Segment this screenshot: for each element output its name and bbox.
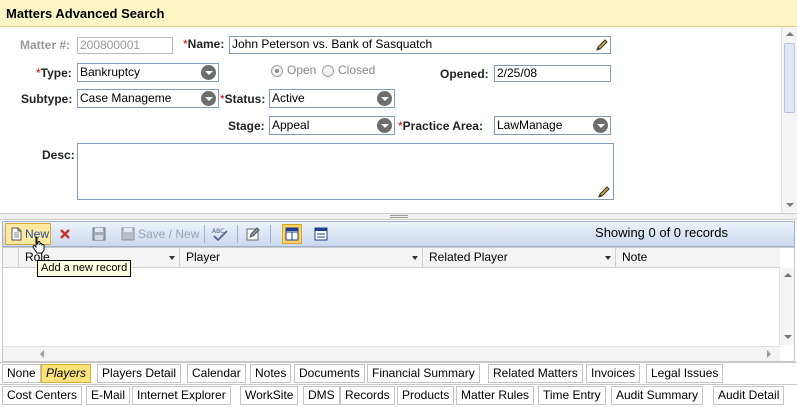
scroll-down-icon[interactable] bbox=[782, 197, 797, 212]
status-select[interactable]: Active bbox=[269, 89, 395, 108]
scroll-thumb[interactable] bbox=[784, 43, 795, 113]
tab-calendar[interactable]: Calendar bbox=[187, 364, 246, 383]
toolbar-divider bbox=[237, 225, 238, 243]
svg-text:ABC: ABC bbox=[212, 228, 224, 235]
column-header-note[interactable]: Note bbox=[616, 248, 780, 267]
tab-e-mail[interactable]: E-Mail bbox=[86, 386, 131, 405]
form-scrollbar[interactable] bbox=[781, 27, 797, 213]
tab-internet-explorer[interactable]: Internet Explorer bbox=[132, 386, 231, 405]
closed-radio[interactable] bbox=[322, 65, 334, 77]
grid-view-icon bbox=[285, 227, 299, 241]
name-field[interactable]: John Peterson vs. Bank of Sasquatch bbox=[229, 36, 611, 54]
stage-select[interactable]: Appeal bbox=[269, 116, 395, 135]
matter-form: Matter #: 200800001 *Name: John Peterson… bbox=[0, 27, 781, 213]
practice-area-select[interactable]: LawManage bbox=[494, 116, 611, 135]
practice-area-label: *Practice Area: bbox=[398, 119, 483, 133]
column-menu-icon[interactable] bbox=[169, 256, 175, 260]
scroll-up-icon[interactable] bbox=[780, 268, 795, 283]
tab-cost-centers[interactable]: Cost Centers bbox=[2, 386, 83, 405]
tab-matter-rules[interactable]: Matter Rules bbox=[456, 386, 535, 405]
scroll-down-icon[interactable] bbox=[780, 329, 795, 344]
chevron-down-icon[interactable] bbox=[377, 91, 392, 106]
matter-number-label: Matter #: bbox=[20, 38, 71, 52]
subtype-select[interactable]: Case Manageme bbox=[77, 89, 219, 108]
tab-documents[interactable]: Documents bbox=[294, 364, 365, 383]
name-label: *Name: bbox=[183, 37, 225, 51]
chevron-down-icon[interactable] bbox=[593, 118, 608, 133]
new-document-icon bbox=[11, 227, 22, 241]
tab-audit-summary[interactable]: Audit Summary bbox=[611, 386, 704, 405]
edit-pencil-icon[interactable] bbox=[595, 38, 609, 52]
opened-date-field[interactable]: 2/25/08 bbox=[494, 65, 611, 82]
tab-related-matters[interactable]: Related Matters bbox=[488, 364, 583, 383]
desc-label: Desc: bbox=[42, 148, 75, 162]
opened-label: Opened: bbox=[440, 67, 489, 81]
tab-financial-summary[interactable]: Financial Summary bbox=[367, 364, 480, 383]
chevron-down-icon[interactable] bbox=[201, 65, 216, 80]
column-menu-icon[interactable] bbox=[605, 256, 611, 260]
column-header-player[interactable]: Player bbox=[180, 248, 423, 267]
scroll-right-icon[interactable] bbox=[767, 350, 771, 358]
tab-none[interactable]: None bbox=[2, 364, 41, 383]
scroll-left-icon[interactable] bbox=[40, 350, 44, 358]
spellcheck-icon[interactable]: ABC bbox=[211, 226, 229, 242]
tooltip: Add a new record bbox=[37, 260, 132, 277]
window-title: Matters Advanced Search bbox=[6, 6, 165, 21]
grid-corner bbox=[3, 248, 19, 267]
closed-label: Closed bbox=[338, 63, 376, 77]
toolbar-divider bbox=[204, 225, 205, 243]
column-menu-icon[interactable] bbox=[412, 256, 418, 260]
tab-row-1: None Players Players Detail Calendar Not… bbox=[0, 362, 797, 384]
tab-row-2: Cost Centers E-Mail Internet Explorer Wo… bbox=[0, 384, 797, 406]
tab-players[interactable]: Players bbox=[41, 364, 92, 383]
title-bar: Matters Advanced Search bbox=[0, 0, 797, 27]
edit-icon[interactable] bbox=[246, 227, 260, 241]
form-view-icon[interactable] bbox=[314, 227, 328, 241]
delete-icon[interactable] bbox=[58, 227, 72, 241]
grid-view-button[interactable] bbox=[282, 224, 302, 244]
tab-players-detail[interactable]: Players Detail bbox=[97, 364, 182, 383]
save-new-icon bbox=[121, 227, 135, 241]
open-label: Open bbox=[287, 63, 317, 77]
scroll-up-icon[interactable] bbox=[782, 27, 797, 42]
tab-worksite[interactable]: WorkSite bbox=[240, 386, 299, 405]
records-toolbar: New Save / New ABC Showing 0 of 0 record… bbox=[2, 221, 795, 247]
edit-pencil-icon[interactable] bbox=[597, 185, 611, 199]
records-count-text: Showing 0 of 0 records bbox=[595, 225, 728, 240]
stage-label: Stage: bbox=[228, 119, 265, 133]
tab-notes[interactable]: Notes bbox=[250, 364, 292, 383]
toolbar-divider bbox=[270, 225, 271, 243]
tab-invoices[interactable]: Invoices bbox=[586, 364, 641, 383]
subtype-label: Subtype: bbox=[21, 92, 73, 106]
column-header-related-player[interactable]: Related Player bbox=[423, 248, 616, 267]
pane-splitter[interactable] bbox=[0, 213, 797, 220]
grid-horizontal-scrollbar[interactable] bbox=[3, 346, 780, 361]
grid-vertical-scrollbar[interactable] bbox=[779, 268, 794, 345]
tab-products[interactable]: Products bbox=[397, 386, 455, 405]
open-radio[interactable] bbox=[271, 65, 283, 77]
save-icon[interactable] bbox=[92, 227, 106, 241]
chevron-down-icon[interactable] bbox=[201, 91, 216, 106]
tab-time-entry[interactable]: Time Entry bbox=[538, 386, 606, 405]
tab-audit-detail[interactable]: Audit Detail bbox=[713, 386, 785, 405]
type-select[interactable]: Bankruptcy bbox=[77, 63, 219, 82]
tab-legal-issues[interactable]: Legal Issues bbox=[646, 364, 724, 383]
matter-number-field: 200800001 bbox=[77, 37, 173, 54]
splitter-grip-icon[interactable] bbox=[390, 215, 408, 218]
save-new-button[interactable]: Save / New bbox=[138, 224, 199, 244]
desc-field[interactable] bbox=[77, 143, 614, 200]
chevron-down-icon[interactable] bbox=[377, 118, 392, 133]
status-label: *Status: bbox=[220, 92, 266, 106]
hand-cursor-icon bbox=[32, 236, 45, 254]
tab-dms[interactable]: DMS bbox=[303, 386, 340, 405]
tab-records[interactable]: Records bbox=[340, 386, 395, 405]
type-label: *Type: bbox=[36, 66, 72, 80]
